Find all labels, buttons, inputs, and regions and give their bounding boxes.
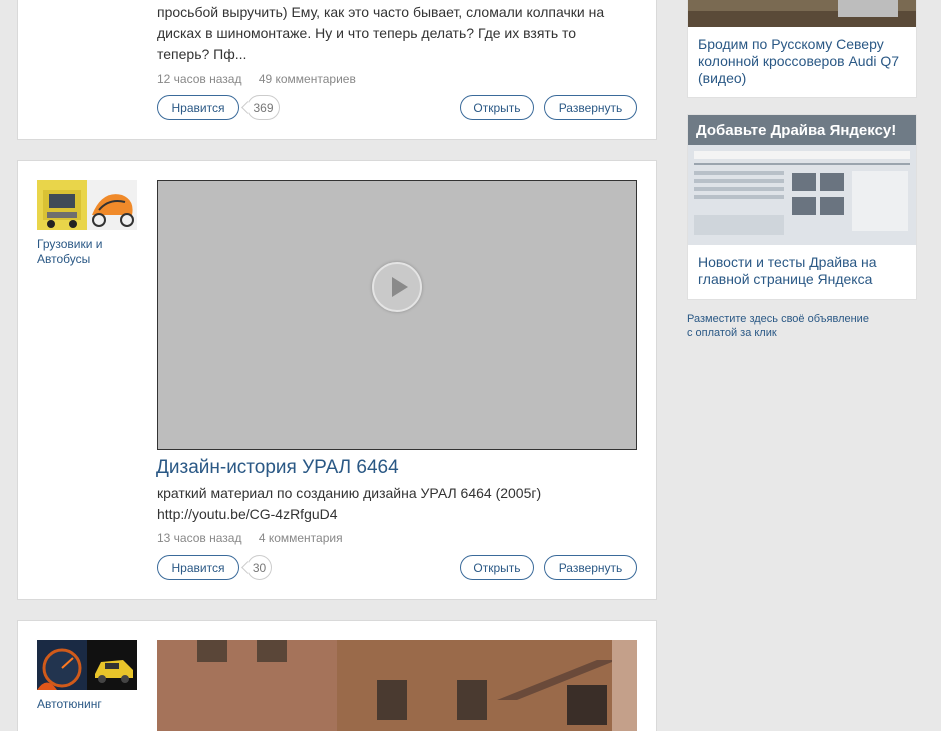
post-time: 12 часов назад	[157, 72, 242, 86]
post-title[interactable]: Дизайн-история УРАЛ 6464	[156, 457, 399, 479]
ad-banner-heading: Добавьте Драйва Яндексу!	[688, 115, 916, 145]
yandex-page-screenshot	[688, 145, 916, 245]
post-text: краткий материал по созданию дизайна УРА…	[157, 485, 542, 501]
post-meta: 13 часов назад 4 комментария	[157, 531, 357, 545]
comments-link[interactable]: 49 комментариев	[259, 72, 356, 86]
ad-image	[688, 0, 916, 27]
truck-thumbnail	[37, 180, 87, 230]
comments-link[interactable]: 4 комментария	[259, 531, 343, 545]
post-card: Грузовики и Автобусы Дизайн-история УРАЛ…	[17, 160, 657, 600]
category-label[interactable]: Грузовики и Автобусы	[37, 237, 137, 267]
place-ad-line: Разместите здесь своё объявление	[687, 313, 869, 325]
like-count: 30	[247, 555, 272, 580]
category-label[interactable]: Автотюнинг	[37, 697, 137, 712]
ad-title[interactable]: Новости и тесты Драйва на главной страни…	[688, 245, 916, 288]
expand-button[interactable]: Развернуть	[544, 95, 637, 120]
place-ad-line: с оплатой за клик	[687, 327, 777, 339]
brick-building-image	[157, 640, 637, 731]
post-photo[interactable]	[157, 640, 637, 731]
like-count: 369	[247, 95, 280, 120]
speedometer-thumbnail	[37, 640, 87, 690]
post-card: просьбой выручить) Ему, как это часто бы…	[17, 0, 657, 140]
ad-title[interactable]: Бродим по Русскому Северу колонной кросс…	[688, 27, 916, 87]
category-avatar[interactable]	[37, 180, 137, 230]
post-meta: 12 часов назад 49 комментариев	[157, 72, 370, 86]
category-avatar[interactable]	[37, 640, 137, 690]
expand-button[interactable]: Развернуть	[544, 555, 637, 580]
sidebar-ad[interactable]: Добавьте Драйва Яндексу! Новости и тесты…	[687, 114, 917, 300]
post-link[interactable]: http://youtu.be/CG-4zRfguD4	[157, 504, 637, 525]
open-button[interactable]: Открыть	[460, 555, 534, 580]
post-time: 13 часов назад	[157, 531, 242, 545]
open-button[interactable]: Открыть	[460, 95, 534, 120]
play-icon[interactable]	[372, 262, 422, 312]
sidebar-ad[interactable]: Бродим по Русскому Северу колонной кросс…	[687, 0, 917, 98]
motorbike-sketch-thumbnail	[87, 180, 137, 230]
car-thumbnail	[87, 640, 137, 690]
place-ad-link[interactable]: Разместите здесь своё объявление с оплат…	[687, 312, 869, 340]
like-button[interactable]: Нравится	[157, 555, 239, 580]
video-player[interactable]	[157, 180, 637, 450]
like-button[interactable]: Нравится	[157, 95, 239, 120]
post-text: просьбой выручить) Ему, как это часто бы…	[157, 4, 605, 62]
post-card: Автотюнинг	[17, 620, 657, 731]
